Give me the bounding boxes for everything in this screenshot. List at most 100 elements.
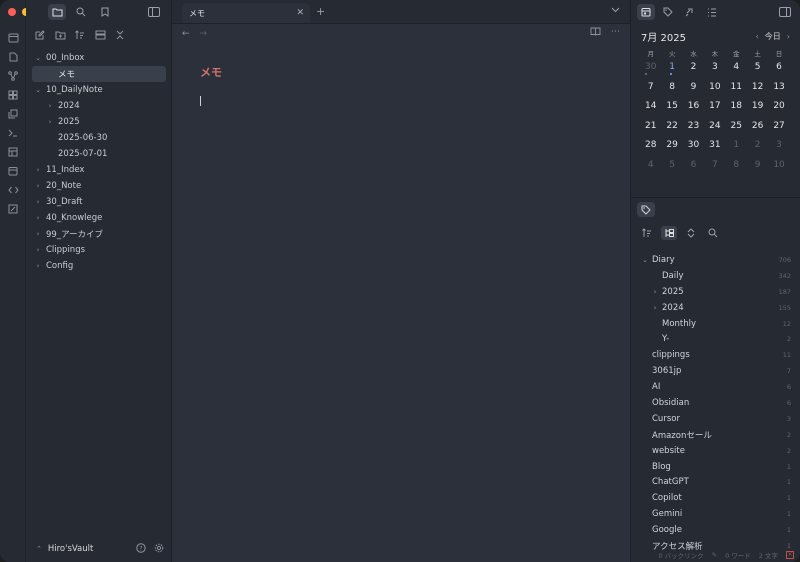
calendar-day[interactable]: 29 — [661, 138, 682, 158]
note-title[interactable]: メモ — [200, 64, 630, 80]
chevron-right-icon[interactable]: › — [46, 102, 54, 110]
chevron-right-icon[interactable]: › — [46, 118, 54, 126]
tag-item[interactable]: Google 1 — [631, 522, 800, 538]
right-sidebar-toggle-icon[interactable] — [776, 4, 794, 20]
chevron-right-icon[interactable]: › — [34, 198, 42, 206]
calendar-day[interactable]: 13 — [768, 80, 789, 100]
calendar-day[interactable]: 8 — [661, 80, 682, 100]
file-tree-item[interactable]: 2025-07-01 — [26, 146, 172, 162]
tag-item[interactable]: clippings 11 — [631, 347, 800, 363]
expand-collapse-icon[interactable] — [683, 226, 699, 240]
chevron-right-icon[interactable]: › — [651, 304, 659, 312]
calendar-day[interactable]: 7 — [640, 80, 661, 100]
copy-icon[interactable] — [5, 106, 21, 121]
tag-item[interactable]: 3061jp 7 — [631, 363, 800, 379]
edit-mode-icon[interactable]: ✎ — [712, 551, 717, 559]
nested-tags-icon[interactable] — [661, 226, 677, 240]
tag-item[interactable]: Amazonセール 2 — [631, 427, 800, 443]
previous-month-icon[interactable]: ‹ — [756, 32, 759, 41]
calendar-day[interactable]: 4 — [726, 60, 747, 80]
chevron-right-icon[interactable]: › — [651, 288, 659, 296]
file-tree-item[interactable]: › 30_Draft — [26, 194, 172, 210]
calendar-day[interactable]: 30 — [683, 138, 704, 158]
file-tree-item[interactable]: 2025-06-30 — [26, 130, 172, 146]
calendar-day[interactable]: 5 — [747, 60, 768, 80]
search-icon[interactable] — [72, 4, 90, 20]
reading-view-icon[interactable] — [590, 27, 601, 39]
percent-icon[interactable] — [5, 201, 21, 216]
file-tree-item[interactable]: › 2025 — [26, 114, 172, 130]
bookmark-icon[interactable] — [96, 4, 114, 20]
chevron-right-icon[interactable]: › — [34, 230, 42, 238]
collapse-all-icon[interactable] — [112, 27, 128, 43]
calendar-day[interactable]: 6 — [683, 158, 704, 178]
tag-sort-icon[interactable] — [639, 226, 655, 240]
calendar-day[interactable]: 1 — [661, 60, 682, 80]
calendar-day[interactable]: 9 — [747, 158, 768, 178]
tag-item[interactable]: Blog 1 — [631, 459, 800, 475]
new-folder-icon[interactable] — [52, 27, 68, 43]
tag-search-icon[interactable] — [705, 226, 721, 240]
tag-item[interactable]: Obsidian 6 — [631, 395, 800, 411]
new-tab-icon[interactable]: + — [316, 5, 325, 18]
settings-gear-icon[interactable] — [154, 543, 164, 556]
calendar-day[interactable]: 20 — [768, 99, 789, 119]
new-note-icon[interactable] — [32, 27, 48, 43]
vault-switcher[interactable]: ⌃ Hiro'sVault ? — [26, 536, 172, 562]
calendar-day[interactable]: 17 — [704, 99, 725, 119]
file-tree-item[interactable]: ⌄ 00_Inbox — [26, 50, 172, 66]
file-tree-item[interactable]: › 40_Knowlege — [26, 210, 172, 226]
calendar-day[interactable]: 8 — [726, 158, 747, 178]
close-window-button[interactable] — [8, 8, 16, 16]
chevron-right-icon[interactable]: › — [34, 214, 42, 222]
file-tree-item[interactable]: › Config — [26, 258, 172, 274]
chevron-down-icon[interactable]: ⌄ — [641, 256, 649, 264]
graph-icon[interactable] — [5, 68, 21, 83]
calendar-day[interactable]: 25 — [726, 119, 747, 139]
chevron-down-icon[interactable]: ⌄ — [34, 86, 42, 94]
template-icon[interactable] — [5, 144, 21, 159]
calendar-day[interactable]: 24 — [704, 119, 725, 139]
chevron-right-icon[interactable]: › — [34, 182, 42, 190]
tags-icon[interactable] — [659, 4, 677, 20]
file-tree-item[interactable]: › 11_Index — [26, 162, 172, 178]
calendar-icon[interactable] — [637, 4, 655, 20]
calendar-day[interactable]: 31 — [704, 138, 725, 158]
calendar-day[interactable]: 2 — [747, 138, 768, 158]
tag-item[interactable]: Gemini 1 — [631, 506, 800, 522]
calendar-day[interactable]: 21 — [640, 119, 661, 139]
code-icon[interactable] — [5, 182, 21, 197]
file-icon[interactable] — [5, 49, 21, 64]
calendar-day[interactable]: 11 — [726, 80, 747, 100]
tab-list-chevron-icon[interactable] — [611, 6, 620, 15]
terminal-icon[interactable] — [5, 125, 21, 140]
calendar-day[interactable]: 19 — [747, 99, 768, 119]
chevron-right-icon[interactable]: › — [34, 166, 42, 174]
file-tree-item[interactable]: › Clippings — [26, 242, 172, 258]
folder-icon[interactable] — [48, 4, 66, 20]
sync-error-icon[interactable]: × — [786, 551, 794, 559]
tab-memo[interactable]: メモ ✕ — [182, 3, 310, 23]
file-tree-item[interactable]: ⌄ 10_DailyNote — [26, 82, 172, 98]
file-tree-item[interactable]: メモ — [32, 66, 166, 82]
tag-item[interactable]: › 2025 187 — [631, 284, 800, 300]
auto-reveal-icon[interactable] — [92, 27, 108, 43]
tag-item[interactable]: ChatGPT 1 — [631, 474, 800, 490]
calendar-day[interactable]: 7 — [704, 158, 725, 178]
tag-item[interactable]: › 2024 155 — [631, 300, 800, 316]
tag-item[interactable]: Cursor 3 — [631, 411, 800, 427]
calendar-day[interactable]: 5 — [661, 158, 682, 178]
tag-pane-tab-icon[interactable] — [637, 202, 655, 217]
tag-item[interactable]: Copilot 1 — [631, 490, 800, 506]
canvas-icon[interactable] — [5, 87, 21, 102]
today-button[interactable]: 今日 — [765, 31, 781, 42]
tag-item[interactable]: ⌄ Diary 706 — [631, 252, 800, 268]
calendar-day[interactable]: 12 — [747, 80, 768, 100]
calendar-day[interactable]: 4 — [640, 158, 661, 178]
calendar-day[interactable]: 3 — [768, 138, 789, 158]
calendar-day[interactable]: 26 — [747, 119, 768, 139]
calendar-icon[interactable] — [5, 163, 21, 178]
calendar-day[interactable]: 30 — [640, 60, 661, 80]
backlinks-icon[interactable] — [681, 4, 699, 20]
more-options-icon[interactable]: ⋯ — [611, 27, 620, 39]
